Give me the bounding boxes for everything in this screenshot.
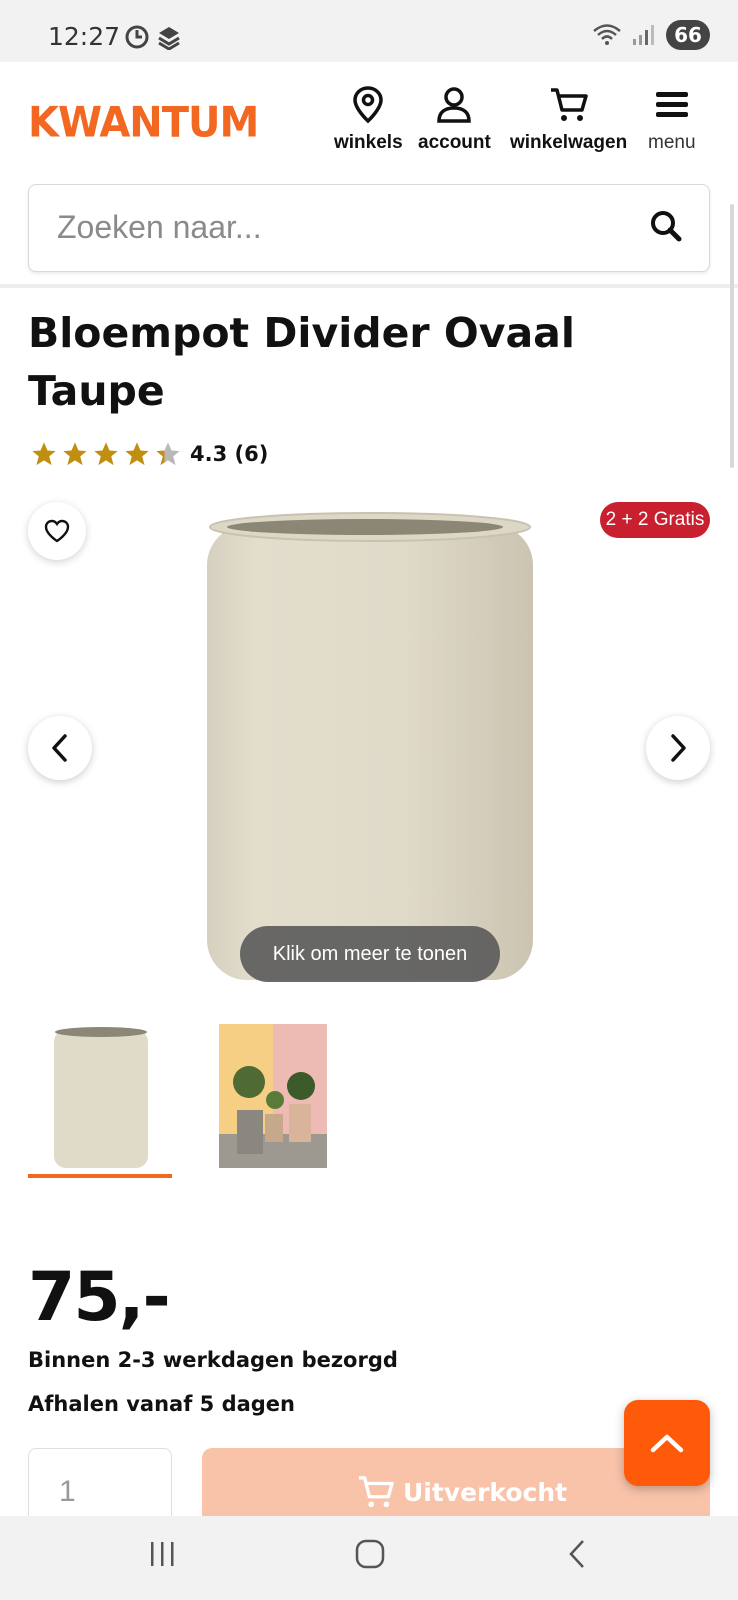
sold-out-label: Uitverkocht — [403, 1477, 568, 1507]
carousel-prev-button[interactable] — [28, 716, 92, 780]
back-icon[interactable] — [566, 1538, 588, 1570]
page-scrollbar[interactable] — [730, 204, 734, 468]
cart-icon — [358, 1476, 394, 1508]
rating-stars — [30, 440, 182, 468]
favorite-button[interactable] — [28, 502, 86, 560]
chevron-left-icon — [52, 734, 67, 762]
battery-indicator: 66 — [666, 20, 710, 50]
product-price: 75,- — [28, 1258, 171, 1337]
system-nav-bar — [0, 1516, 738, 1600]
search-input[interactable]: Zoeken naar... — [28, 184, 710, 272]
nav-winkelwagen-label: winkelwagen — [510, 132, 628, 153]
delivery-info: Binnen 2-3 werkdagen bezorgd — [28, 1348, 398, 1372]
promo-badge: 2 + 2 Gratis — [600, 502, 710, 538]
quantity-value: 1 — [59, 1475, 76, 1508]
kwantum-logo[interactable]: KWANTUM — [28, 99, 259, 147]
search-icon[interactable] — [649, 209, 683, 243]
search-placeholder: Zoeken naar... — [57, 209, 262, 245]
hamburger-icon — [655, 92, 688, 117]
chevron-up-icon — [650, 1434, 684, 1453]
nav-winkels[interactable]: winkels — [334, 86, 403, 154]
star-full-icon — [32, 442, 56, 466]
show-more-overlay[interactable]: Klik om meer te tonen — [240, 926, 500, 982]
nav-account[interactable]: account — [418, 86, 491, 154]
nav-winkelwagen[interactable]: winkelwagen — [510, 86, 627, 154]
product-title: Bloempot Divider Ovaal Taupe — [28, 309, 575, 415]
user-icon — [437, 87, 472, 123]
pickup-info: Afhalen vanaf 5 dagen — [28, 1392, 295, 1416]
nav-menu-label: menu — [648, 132, 696, 153]
rating-text: 4.3 (6) — [190, 442, 269, 466]
recent-apps-icon[interactable] — [148, 1538, 178, 1570]
layers-icon — [158, 27, 180, 50]
cart-icon — [550, 88, 588, 121]
star-full-icon — [125, 442, 149, 466]
site-header: KWANTUM winkels account winkelwagen menu — [0, 62, 738, 180]
thumbnail-1[interactable] — [28, 1020, 172, 1170]
product-rating[interactable]: 4.3 (6) — [30, 440, 268, 468]
header-divider — [0, 284, 738, 288]
star-full-icon — [94, 442, 118, 466]
wifi-icon — [593, 24, 621, 45]
star-partial-icon — [156, 442, 180, 466]
scroll-to-top-button[interactable] — [624, 1400, 710, 1486]
status-notification-icons — [124, 24, 182, 50]
nav-winkels-label: winkels — [334, 132, 403, 153]
heart-icon — [44, 519, 70, 543]
nav-account-label: account — [418, 132, 491, 153]
location-pin-icon — [353, 86, 384, 124]
thumbnail-2[interactable] — [219, 1024, 327, 1168]
home-icon[interactable] — [354, 1538, 386, 1570]
status-bar: 12:27 66 — [0, 0, 738, 62]
signal-icon — [633, 25, 654, 45]
chevron-right-icon — [671, 734, 686, 762]
star-full-icon — [63, 442, 87, 466]
status-time: 12:27 — [48, 22, 121, 51]
thumbnail-active-indicator — [28, 1174, 172, 1178]
nav-menu[interactable]: menu — [648, 86, 696, 154]
product-image[interactable] — [205, 505, 535, 993]
sync-icon — [125, 25, 149, 49]
carousel-next-button[interactable] — [646, 716, 710, 780]
